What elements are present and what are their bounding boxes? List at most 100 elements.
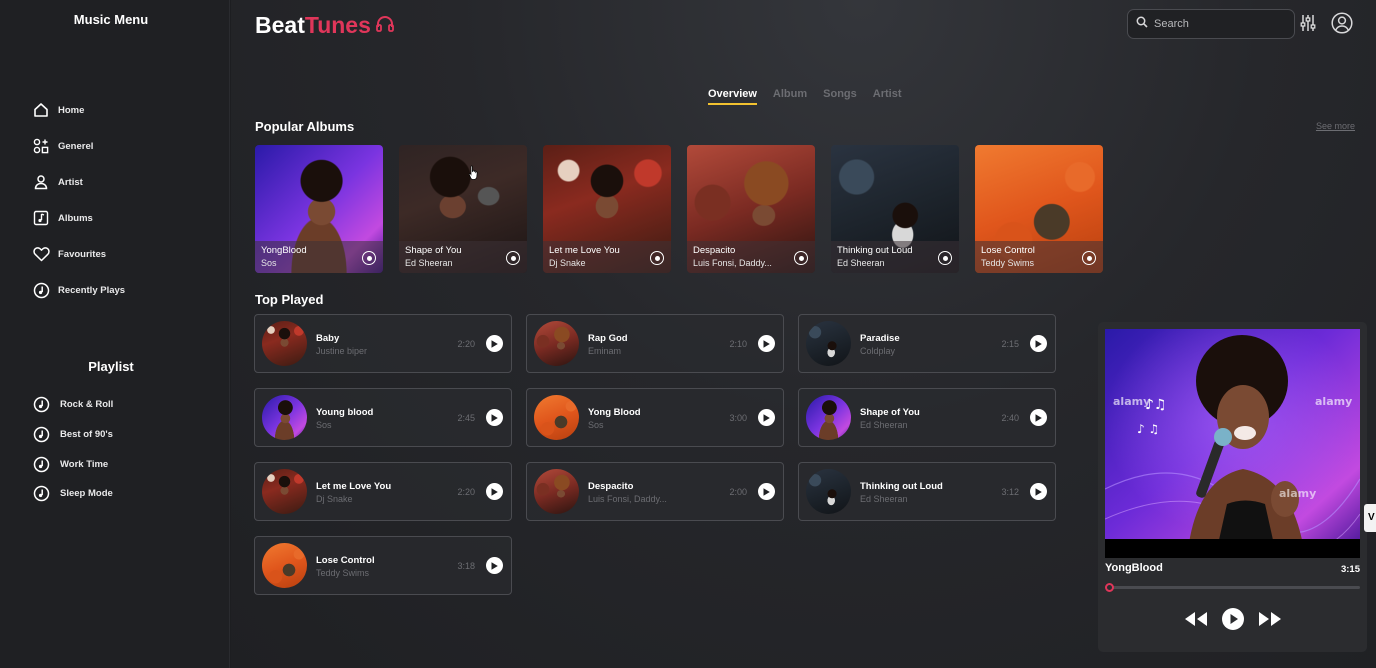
play-icon[interactable] — [758, 335, 775, 352]
tab-artist[interactable]: Artist — [873, 88, 902, 105]
track-duration: 2:10 — [729, 339, 747, 349]
playlist-item-best-of-90s[interactable]: Best of 90's — [32, 420, 113, 450]
search-box[interactable] — [1127, 9, 1295, 39]
play-icon — [1221, 608, 1244, 630]
logo[interactable]: Beat Tunes — [255, 12, 395, 39]
playlist-item-work-time[interactable]: Work Time — [32, 449, 113, 479]
sidebar-item-generel[interactable]: Generel — [32, 128, 125, 164]
now-playing-panel: ♪♫ ♪ ♫ alamy alamy alamy YongBlood 3:15 — [1098, 322, 1367, 652]
progress-bar[interactable] — [1105, 583, 1360, 592]
rewind-icon — [1184, 612, 1207, 626]
track-thumbnail — [262, 543, 307, 588]
playlist-list: Rock & Roll Best of 90's Work Time Sleep… — [32, 390, 113, 509]
recent-music-icon — [32, 281, 50, 299]
logo-text-tunes: Tunes — [304, 12, 371, 38]
playlist-item-rock-and-roll[interactable]: Rock & Roll — [32, 390, 113, 420]
top-played-grid: Baby Justine biper 2:20 Rap God Eminam 2… — [254, 314, 1056, 595]
play-icon[interactable] — [486, 335, 503, 352]
play-icon[interactable] — [1030, 483, 1047, 500]
track-card[interactable]: Young blood Sos 2:45 — [254, 388, 512, 447]
tab-songs[interactable]: Songs — [823, 88, 857, 105]
tab-overview[interactable]: Overview — [708, 88, 757, 105]
album-icon — [32, 209, 50, 227]
album-card[interactable]: Despacito Luis Fonsi, Daddy... — [687, 145, 815, 273]
fast-forward-button[interactable] — [1258, 611, 1282, 632]
album-title: YongBlood — [261, 245, 307, 256]
sidebar-item-recently-plays[interactable]: Recently Plays — [32, 272, 125, 308]
track-artist: Dj Snake — [316, 494, 353, 504]
album-card[interactable]: Thinking out Loud Ed Sheeran — [831, 145, 959, 273]
sidebar-item-label: Albums — [58, 212, 93, 224]
album-play-icon[interactable] — [506, 251, 520, 265]
album-card[interactable]: Let me Love You Dj Snake — [543, 145, 671, 273]
sidebar-item-home[interactable]: Home — [32, 92, 125, 128]
track-title: Yong Blood — [588, 407, 641, 418]
play-icon[interactable] — [486, 483, 503, 500]
sidebar-item-favourites[interactable]: Favourites — [32, 236, 125, 272]
track-card[interactable]: Despacito Luis Fonsi, Daddy... 2:00 — [526, 462, 784, 521]
rewind-button[interactable] — [1184, 611, 1208, 632]
sidebar: Music Menu Home Generel Artist Albums Fa… — [0, 0, 230, 668]
music-disc-icon — [32, 426, 50, 444]
track-card[interactable]: Paradise Coldplay 2:15 — [798, 314, 1056, 373]
track-card[interactable]: Yong Blood Sos 3:00 — [526, 388, 784, 447]
play-button[interactable] — [1221, 608, 1244, 635]
track-thumbnail — [806, 321, 851, 366]
playlist-item-label: Best of 90's — [60, 429, 113, 441]
track-card[interactable]: Lose Control Teddy Swims 3:18 — [254, 536, 512, 595]
track-thumbnail — [534, 469, 579, 514]
track-card[interactable]: Rap God Eminam 2:10 — [526, 314, 784, 373]
play-icon[interactable] — [1030, 409, 1047, 426]
now-playing-time: 3:15 — [1340, 564, 1360, 575]
search-input[interactable] — [1154, 18, 1274, 30]
track-artist: Coldplay — [860, 346, 896, 356]
album-card[interactable]: Lose Control Teddy Swims — [975, 145, 1103, 273]
playlist-item-label: Work Time — [60, 458, 109, 470]
play-icon[interactable] — [486, 409, 503, 426]
album-card[interactable]: YongBlood Sos — [255, 145, 383, 273]
album-play-icon[interactable] — [1082, 251, 1096, 265]
play-icon[interactable] — [758, 409, 775, 426]
side-tab-button[interactable]: V — [1364, 504, 1376, 532]
music-disc-icon — [32, 396, 50, 414]
track-title: Paradise — [860, 333, 900, 344]
track-thumbnail — [262, 469, 307, 514]
album-title: Thinking out Loud — [837, 245, 913, 256]
album-title: Despacito — [693, 245, 736, 256]
album-artist: Ed Sheeran — [837, 258, 885, 268]
track-title: Let me Love You — [316, 481, 392, 492]
track-artist: Luis Fonsi, Daddy... — [588, 494, 667, 504]
sidebar-item-artist[interactable]: Artist — [32, 164, 125, 200]
logo-text-beat: Beat — [255, 12, 305, 38]
sidebar-item-label: Home — [58, 104, 85, 116]
progress-knob[interactable] — [1105, 583, 1114, 592]
play-icon[interactable] — [1030, 335, 1047, 352]
playlist-item-sleep-mode[interactable]: Sleep Mode — [32, 479, 113, 509]
track-card[interactable]: Let me Love You Dj Snake 2:20 — [254, 462, 512, 521]
album-play-icon[interactable] — [650, 251, 664, 265]
top-played-title: Top Played — [255, 292, 324, 307]
sidebar-item-label: Favourites — [58, 248, 107, 260]
track-thumbnail — [262, 395, 307, 440]
track-card[interactable]: Baby Justine biper 2:20 — [254, 314, 512, 373]
album-title: Let me Love You — [549, 245, 620, 256]
track-duration: 2:40 — [1001, 413, 1019, 423]
play-icon[interactable] — [758, 483, 775, 500]
track-card[interactable]: Thinking out Loud Ed Sheeran 3:12 — [798, 462, 1056, 521]
see-more-link[interactable]: See more — [1316, 121, 1355, 131]
profile-button[interactable] — [1331, 12, 1353, 39]
sidebar-item-label: Generel — [58, 140, 94, 152]
album-play-icon[interactable] — [794, 251, 808, 265]
track-card[interactable]: Shape of You Ed Sheeran 2:40 — [798, 388, 1056, 447]
sidebar-item-albums[interactable]: Albums — [32, 200, 125, 236]
album-title: Shape of You — [405, 245, 462, 256]
track-thumbnail — [806, 395, 851, 440]
album-play-icon[interactable] — [938, 251, 952, 265]
tab-album[interactable]: Album — [773, 88, 807, 105]
sidebar-nav: Home Generel Artist Albums Favourites Re… — [32, 92, 125, 308]
album-play-icon[interactable] — [362, 251, 376, 265]
play-icon[interactable] — [486, 557, 503, 574]
album-artist: Luis Fonsi, Daddy... — [693, 258, 772, 268]
equalizer-settings-button[interactable] — [1300, 14, 1316, 37]
album-card[interactable]: Shape of You Ed Sheeran — [399, 145, 527, 273]
